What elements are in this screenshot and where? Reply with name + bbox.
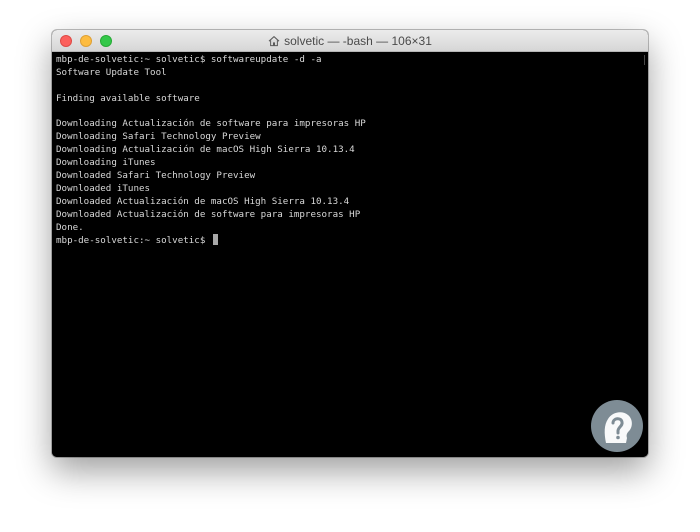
question-mark-head-logo-icon	[591, 400, 643, 452]
terminal-line: Downloaded iTunes	[56, 182, 151, 194]
terminal-line: Downloaded Actualización de macOS High S…	[56, 195, 350, 207]
terminal-prompt-line[interactable]: mbp-de-solvetic:~ solvetic$	[56, 234, 644, 247]
terminal-output-area[interactable]: mbp-de-solvetic:~ solvetic$ softwareupda…	[52, 52, 648, 457]
terminal-line: Downloaded Safari Technology Preview	[56, 170, 256, 182]
window-titlebar[interactable]: solvetic — -bash — 106×31	[52, 30, 648, 52]
shell-prompt: mbp-de-solvetic:~ solvetic$	[56, 235, 211, 247]
terminal-line: Downloaded Actualización de software par…	[56, 208, 361, 220]
terminal-line: Finding available software	[56, 92, 200, 104]
terminal-line: Downloading iTunes	[56, 157, 156, 169]
text-cursor	[212, 234, 218, 246]
terminal-line: Downloading Actualización de software pa…	[56, 118, 366, 130]
screenshot-canvas: solvetic — -bash — 106×31 mbp-de-solveti…	[0, 0, 700, 532]
terminal-line: Done.	[56, 221, 84, 233]
terminal-window[interactable]: solvetic — -bash — 106×31 mbp-de-solveti…	[52, 30, 648, 457]
terminal-line: mbp-de-solvetic:~ solvetic$ softwareupda…	[56, 54, 322, 65]
window-title-group: solvetic — -bash — 106×31	[52, 30, 648, 52]
terminal-line: Downloading Safari Technology Preview	[56, 131, 261, 143]
terminal-line: Downloading Actualización de macOS High …	[56, 144, 355, 156]
window-title: solvetic — -bash — 106×31	[284, 34, 432, 48]
terminal-line: Software Update Tool	[56, 66, 167, 78]
home-icon	[268, 36, 280, 47]
scroll-position-marker	[644, 55, 645, 65]
